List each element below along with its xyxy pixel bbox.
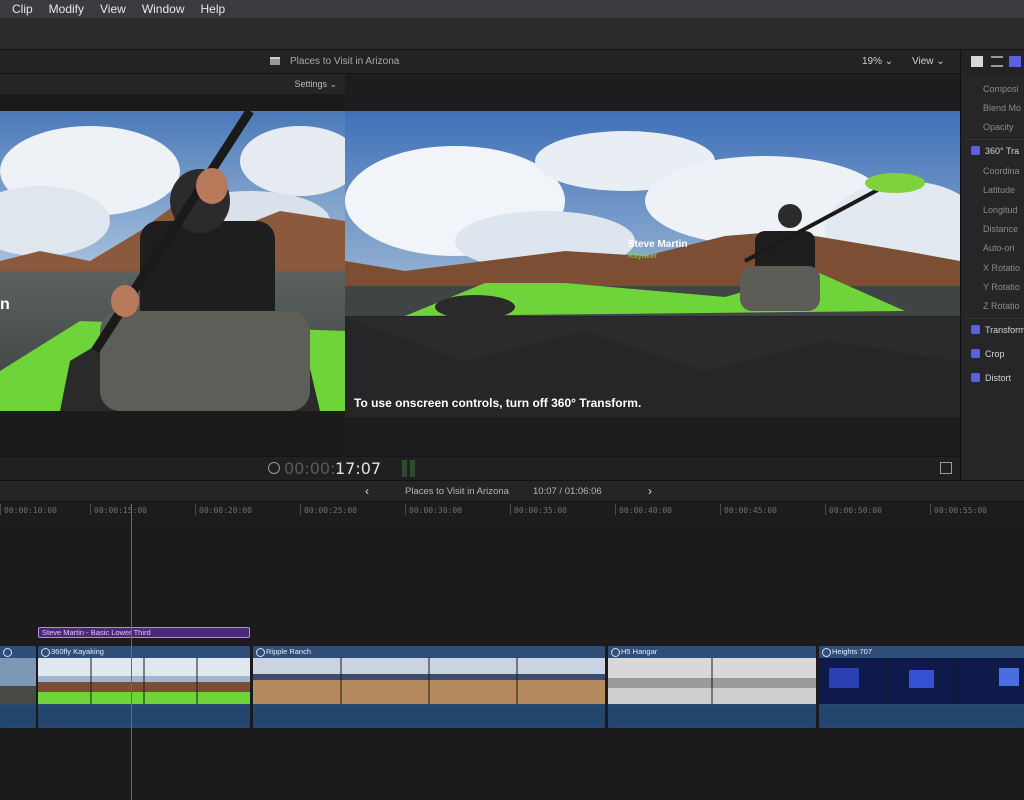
view-menu[interactable]: View ⌄	[912, 56, 945, 67]
playhead[interactable]	[131, 504, 132, 800]
divider	[965, 139, 1024, 140]
clip-audio-waveform	[819, 706, 1024, 726]
inspector-row-auto-orient[interactable]: Auto-ori	[983, 243, 1015, 253]
timeline-header: ‹ Places to Visit in Arizona 10:07 / 01:…	[0, 480, 1024, 502]
inspector-row-z-rotation[interactable]: Z Rotatio	[983, 301, 1020, 311]
title-clip-lower-third[interactable]: Steve Martin - Basic Lower Third	[38, 627, 250, 638]
checkbox-checked-icon[interactable]	[971, 325, 980, 334]
ruler-tick: 00:00:35:00	[510, 504, 567, 515]
clip-label: Ripple Ranch	[253, 646, 605, 658]
clip-audio-waveform	[0, 706, 36, 726]
viewer-title: Places to Visit in Arizona	[270, 56, 399, 67]
onscreen-controls-message: To use onscreen controls, turn off 360° …	[354, 396, 642, 410]
lower-third-name: Steve Martin	[628, 239, 688, 250]
clip-thumbnails	[253, 658, 605, 704]
timeline-forward-button[interactable]: ›	[648, 484, 652, 498]
timeline-viewer: Steve Martin Kayaker To use onscreen con…	[345, 74, 960, 456]
inspector-transform-label: Transform	[985, 325, 1024, 335]
checkbox-checked-icon[interactable]	[971, 349, 980, 358]
settings-menu[interactable]: Settings ⌄	[0, 74, 345, 94]
inspector-row-x-rotation[interactable]: X Rotatio	[983, 263, 1020, 273]
playback-icon[interactable]	[268, 462, 280, 474]
timeline-clip-ripple-ranch[interactable]: Ripple Ranch	[253, 646, 605, 728]
inspector-row-y-rotation[interactable]: Y Rotatio	[983, 282, 1020, 292]
clip-thumbnails	[38, 658, 250, 704]
timeline-ruler[interactable]: 00:00:10:00 00:00:15:00 00:00:20:00 00:0…	[0, 502, 1024, 522]
inspector-360-label: 360° Tra	[985, 146, 1020, 156]
clip-label	[0, 646, 36, 658]
clip-label: Heights 707	[819, 646, 1024, 658]
ruler-tick: 00:00:40:00	[615, 504, 672, 515]
clip-audio-waveform	[38, 706, 250, 726]
fullscreen-icon[interactable]	[940, 462, 952, 474]
inspector-row-coordinates[interactable]: Coordina	[983, 166, 1020, 176]
audio-meter-icon	[402, 460, 418, 477]
fcp-window: { "menu": ["Clip", "Modify", "View", "Wi…	[0, 0, 1024, 800]
ruler-tick: 00:00:45:00	[720, 504, 777, 515]
inspector-row-compositing: Composi	[983, 84, 1019, 94]
toolbar	[0, 18, 1024, 50]
clip-thumbnails	[608, 658, 816, 704]
kayak-pov-image	[0, 111, 345, 411]
clip-label: 360fly Kayaking	[38, 646, 250, 658]
inspector-crop-label: Crop	[985, 349, 1005, 359]
project-title: Places to Visit in Arizona	[290, 56, 400, 67]
clapper-icon	[270, 57, 280, 65]
timeline-clip-360fly-kayaking[interactable]: 360fly Kayaking	[38, 646, 250, 728]
timeline-back-button[interactable]: ‹	[365, 484, 369, 498]
inspector-tabs	[961, 50, 1024, 74]
clip-label: H5 Hangar	[608, 646, 816, 658]
zoom-menu[interactable]: 19% ⌄	[862, 56, 893, 67]
timecode-prefix: 00:00:	[284, 459, 336, 478]
clip-audio-waveform	[608, 706, 816, 726]
checkbox-checked-icon[interactable]	[971, 373, 980, 382]
left-title-fragment: n	[0, 296, 10, 313]
inspector-360-transform[interactable]: 360° Tra	[971, 146, 1019, 156]
inspector-distort-label: Distort	[985, 373, 1012, 383]
inspector-row-longitude[interactable]: Longitud	[983, 205, 1018, 215]
timeline-clip-partial[interactable]	[0, 646, 36, 728]
timecode-value: 17:07	[335, 459, 382, 478]
inspector-row-distance[interactable]: Distance	[983, 224, 1018, 234]
ruler-tick: 00:00:30:00	[405, 504, 462, 515]
menu-clip[interactable]: Clip	[12, 2, 33, 16]
clip-audio-waveform	[253, 706, 605, 726]
menu-window[interactable]: Window	[142, 2, 185, 16]
title-inspector-tab-icon[interactable]	[971, 56, 983, 67]
viewer-header: Places to Visit in Arizona 19% ⌄ View ⌄	[0, 50, 960, 74]
ruler-tick: 00:00:50:00	[825, 504, 882, 515]
timeline-project-title: Places to Visit in Arizona	[405, 486, 509, 497]
divider	[965, 318, 1024, 319]
inspector-row-latitude[interactable]: Latitude	[983, 185, 1015, 195]
inspector-row-opacity[interactable]: Opacity	[983, 122, 1014, 132]
event-viewer-frame: n	[0, 111, 345, 411]
timeline-clip-h5-hangar[interactable]: H5 Hangar	[608, 646, 816, 728]
inspector-panel: Composi Blend Mo Opacity 360° Tra Coordi…	[960, 50, 1024, 480]
timecode-bar: 00:00: 17:07	[0, 456, 960, 480]
ruler-tick: 00:00:10:00	[0, 504, 57, 515]
ruler-tick: 00:00:15:00	[90, 504, 147, 515]
menu-view[interactable]: View	[100, 2, 126, 16]
timeline-viewer-frame: Steve Martin Kayaker To use onscreen con…	[345, 111, 960, 417]
video-inspector-tab-icon[interactable]	[1009, 56, 1021, 67]
timeline-duration: 10:07 / 01:06:06	[533, 486, 602, 497]
inspector-crop[interactable]: Crop	[971, 349, 1005, 359]
inspector-transform[interactable]: Transform	[971, 325, 1024, 335]
menu-help[interactable]: Help	[201, 2, 226, 16]
clip-thumbnails	[819, 658, 1024, 704]
event-viewer: n	[0, 94, 345, 456]
timeline-clip-heights-707[interactable]: Heights 707	[819, 646, 1024, 728]
clip-thumbnails	[0, 658, 36, 704]
inspector-row-blend-mode[interactable]: Blend Mo	[983, 103, 1021, 113]
ruler-tick: 00:00:25:00	[300, 504, 357, 515]
ruler-tick: 00:00:20:00	[195, 504, 252, 515]
ruler-tick: 00:00:55:00	[930, 504, 987, 515]
lower-third-subtitle: Kayaker	[628, 251, 658, 260]
checkbox-checked-icon[interactable]	[971, 146, 980, 155]
menu-modify[interactable]: Modify	[49, 2, 84, 16]
menu-bar: Clip Modify View Window Help	[0, 0, 1024, 18]
text-inspector-tab-icon[interactable]	[991, 56, 1003, 67]
equirect-360-image	[345, 111, 960, 417]
inspector-distort[interactable]: Distort	[971, 373, 1011, 383]
